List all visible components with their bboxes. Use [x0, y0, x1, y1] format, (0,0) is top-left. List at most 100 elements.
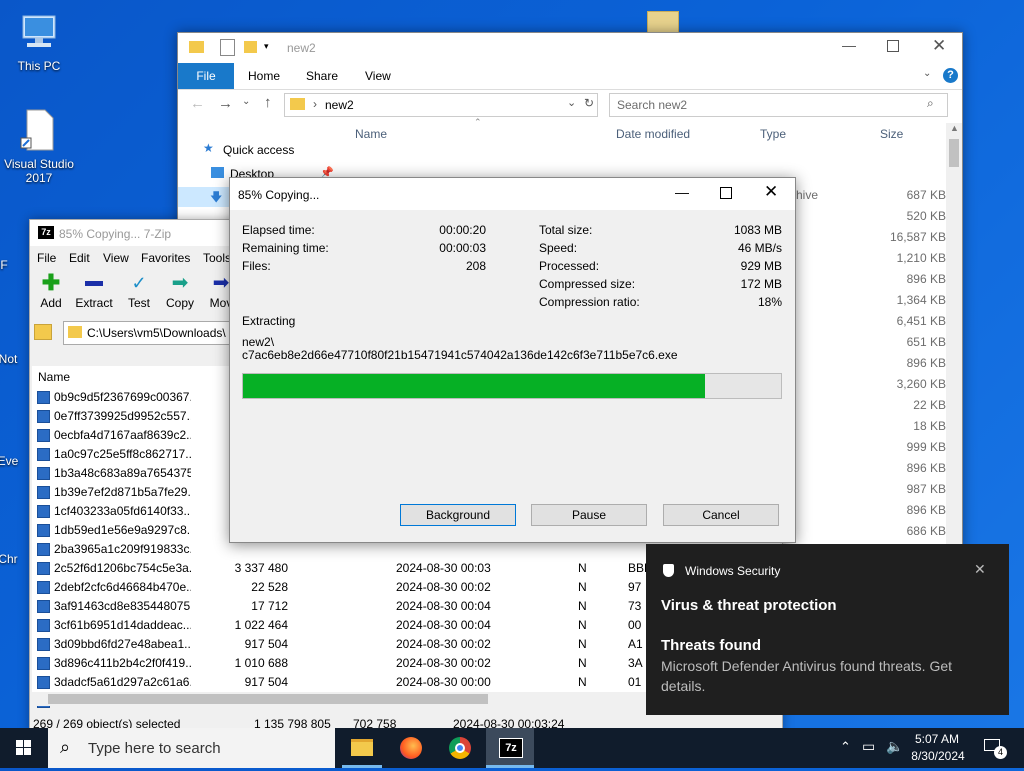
- file-attributes: N: [578, 656, 587, 670]
- refresh-icon[interactable]: ↻: [584, 96, 594, 110]
- taskbar-search-box[interactable]: ⌕ Type here to search: [48, 728, 335, 768]
- background-button[interactable]: Background: [400, 504, 516, 526]
- folder-icon: [290, 98, 305, 110]
- column-header-size[interactable]: Size: [880, 127, 903, 141]
- file-size: 6,451 KB: [896, 314, 946, 328]
- tab-home[interactable]: Home: [248, 63, 280, 89]
- navigation-bar: ← → ⌄ ↑ › new2 ⌄ ↻ Search new2 ⌕: [178, 91, 962, 119]
- forward-arrow-icon[interactable]: →: [218, 95, 233, 112]
- recent-locations-icon[interactable]: ⌄: [242, 96, 250, 107]
- up-folder-icon[interactable]: [34, 324, 52, 340]
- file-extra: 73: [628, 599, 642, 613]
- maximize-button[interactable]: [887, 40, 899, 52]
- network-icon[interactable]: ▭: [862, 738, 875, 755]
- close-button[interactable]: ✕: [932, 36, 946, 56]
- file-size: 17 712: [251, 599, 288, 613]
- search-icon: ⌕: [927, 96, 934, 110]
- taskbar-7zip[interactable]: 7z: [486, 728, 534, 768]
- copy-progress-dialog: 85% Copying... — ✕ Elapsed time: 00:00:20…: [229, 177, 796, 543]
- minus-icon: [85, 281, 103, 286]
- ribbon-expand-icon[interactable]: ⌄: [923, 68, 931, 79]
- up-arrow-icon[interactable]: ↑: [264, 94, 272, 111]
- nav-item-quick-access[interactable]: Quick access: [223, 143, 294, 157]
- desktop-icon-visual-studio[interactable]: Visual Studio 2017: [1, 108, 77, 185]
- address-dropdown-icon[interactable]: ⌄: [567, 96, 576, 109]
- menu-tools[interactable]: Tools: [203, 251, 231, 265]
- taskbar-clock-date[interactable]: 8/30/2024: [910, 749, 966, 763]
- properties-icon[interactable]: [220, 39, 235, 56]
- scroll-up-icon[interactable]: ▲: [950, 123, 959, 133]
- column-header-date[interactable]: Date modified: [616, 127, 690, 141]
- menu-view[interactable]: View: [103, 251, 129, 265]
- cancel-button[interactable]: Cancel: [663, 504, 779, 526]
- test-label: Test: [127, 296, 150, 310]
- path-value: C:\Users\vm5\Downloads\: [87, 326, 226, 340]
- file-name: 2debf2cfc6d46684b470e...: [54, 580, 191, 594]
- dialog-title: 85% Copying...: [238, 188, 320, 202]
- taskbar-file-explorer[interactable]: [338, 728, 386, 768]
- tab-file[interactable]: File: [178, 63, 234, 89]
- extract-button[interactable]: Extract: [74, 272, 114, 310]
- scrollbar-thumb[interactable]: [48, 694, 488, 704]
- pause-button[interactable]: Pause: [531, 504, 647, 526]
- menu-edit[interactable]: Edit: [69, 251, 90, 265]
- file-modified: 2024-08-30 00:02: [396, 637, 491, 651]
- taskbar-firefox[interactable]: [387, 728, 435, 768]
- toast-close-icon[interactable]: ✕: [974, 561, 986, 578]
- desktop-icon-label: Visual Studio 2017: [4, 157, 74, 185]
- stat-label: Files:: [242, 259, 271, 273]
- menu-file[interactable]: File: [37, 251, 56, 265]
- path-input[interactable]: C:\Users\vm5\Downloads\: [63, 321, 245, 345]
- vertical-scrollbar[interactable]: ▲: [946, 123, 962, 553]
- minimize-button[interactable]: —: [675, 184, 689, 200]
- file-icon: [37, 600, 50, 613]
- file-icon: [37, 505, 50, 518]
- add-button[interactable]: ✚ Add: [36, 272, 66, 311]
- taskbar-clock-time[interactable]: 5:07 AM: [914, 732, 960, 746]
- action-center-button[interactable]: 4: [982, 736, 1007, 759]
- stat-value: 46 MB/s: [737, 241, 782, 255]
- maximize-button[interactable]: [720, 187, 732, 199]
- column-header-name[interactable]: Name: [355, 127, 387, 141]
- back-arrow-icon[interactable]: ←: [190, 95, 205, 112]
- windows-security-toast[interactable]: Windows Security ✕ Virus & threat protec…: [646, 544, 1009, 715]
- file-name: 3dadcf5a61d297a2c61a6...: [54, 675, 191, 689]
- column-header-type[interactable]: Type: [760, 127, 786, 141]
- volume-muted-icon[interactable]: 🔈: [886, 738, 903, 755]
- breadcrumb[interactable]: new2: [325, 98, 354, 112]
- minimize-button[interactable]: —: [842, 37, 856, 53]
- scrollbar-thumb[interactable]: [949, 139, 959, 167]
- close-button[interactable]: ✕: [764, 182, 778, 202]
- download-arrow-icon: 🡇: [210, 190, 223, 204]
- file-size: 16,587 KB: [889, 230, 946, 244]
- address-bar[interactable]: › new2 ⌄ ↻: [284, 93, 598, 117]
- toast-heading: Virus & threat protection: [661, 597, 837, 614]
- test-button[interactable]: ✓ Test: [124, 272, 154, 310]
- quick-access-dropdown-icon[interactable]: ▾: [264, 41, 269, 52]
- menu-favorites[interactable]: Favorites: [141, 251, 190, 265]
- chrome-icon: [449, 737, 471, 759]
- sort-indicator-icon: ⌃: [474, 117, 482, 127]
- file-size: 896 KB: [906, 503, 946, 517]
- column-header-name[interactable]: Name: [38, 370, 70, 384]
- file-modified: 2024-08-30 00:04: [396, 618, 491, 632]
- file-icon: [37, 562, 50, 575]
- file-icon: [37, 429, 50, 442]
- file-size: 1,364 KB: [896, 293, 946, 307]
- start-button[interactable]: [0, 728, 48, 768]
- copy-button[interactable]: ➡ Copy: [164, 272, 196, 310]
- help-icon[interactable]: ?: [943, 68, 958, 83]
- tab-view[interactable]: View: [365, 63, 391, 89]
- taskbar-search-placeholder: Type here to search: [88, 740, 221, 757]
- file-size: 1 022 464: [234, 618, 288, 632]
- tab-share[interactable]: Share: [306, 63, 338, 89]
- taskbar-chrome[interactable]: [436, 728, 484, 768]
- new-folder-icon[interactable]: [244, 41, 257, 53]
- show-hidden-icons-icon[interactable]: ⌃: [840, 739, 851, 755]
- desktop-icon-label: This PC: [17, 59, 61, 73]
- file-size: 651 KB: [906, 335, 946, 349]
- desktop-icon-this-pc[interactable]: This PC: [1, 10, 77, 73]
- windows-logo-icon: [16, 740, 31, 755]
- search-input[interactable]: Search new2 ⌕: [609, 93, 948, 117]
- file-attributes: N: [578, 637, 587, 651]
